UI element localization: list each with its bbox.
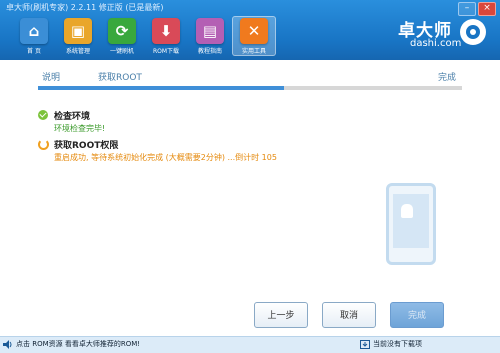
brand-name-en: dashi.com (410, 38, 462, 49)
success-check-icon (38, 110, 48, 120)
minimize-button[interactable]: – (458, 2, 476, 16)
cart-icon: ⬇ (152, 18, 180, 44)
refresh-icon: ⟳ (108, 18, 136, 44)
status-left[interactable]: 点击 ROM资源 看看卓大师推荐的ROM! (3, 339, 140, 349)
loading-spinner-icon (38, 139, 49, 150)
download-icon (360, 339, 370, 349)
toolbar-one-click-flash[interactable]: ⟳ 一键刷机 (100, 16, 144, 56)
toolbar-rom-download-label: ROM下载 (152, 48, 180, 55)
progress-bar (38, 86, 462, 90)
android-robot-icon (401, 204, 413, 218)
task-title: 检查环境 (54, 112, 91, 122)
brand-logo: 卓大师 dashi.com (398, 16, 486, 52)
download-status-text: 当前没有下载项 (373, 340, 422, 348)
task-status: 环境检查完毕! (54, 124, 106, 133)
window-title: 卓大师(刷机专家) 2.2.11 修正版 (已是最新) (6, 3, 164, 12)
toolbar-utilities-label: 实用工具 (241, 48, 266, 55)
toolbar-tutorials-label: 教程指南 (197, 48, 222, 55)
gift-box-icon: ▣ (64, 18, 92, 44)
toolbar-one-click-flash-label: 一键刷机 (109, 48, 134, 55)
home-icon: ⌂ (20, 18, 48, 44)
status-right[interactable]: 当前没有下载项 (360, 339, 422, 349)
status-bar: 点击 ROM资源 看看卓大师推荐的ROM! 当前没有下载项 (0, 336, 500, 353)
prev-button[interactable]: 上一步 (254, 302, 308, 328)
step-indicator: 说明 获取ROOT 完成 (42, 70, 462, 84)
task-status: 重启成功, 等待系统初始化完成 (大概需要2分钟) ...倒计时 105 (54, 153, 277, 162)
step-intro: 说明 (42, 73, 61, 83)
book-icon: ▤ (196, 18, 224, 44)
toolbar-utilities[interactable]: ✕ 实用工具 (232, 16, 276, 56)
toolbar-system-manage[interactable]: ▣ 系统管理 (56, 16, 100, 56)
brand-mark-icon (460, 19, 486, 45)
window-controls: – × (458, 2, 496, 16)
close-button[interactable]: × (478, 2, 496, 16)
speaker-icon (3, 339, 12, 349)
step-finish: 完成 (438, 73, 457, 83)
toolbar-rom-download[interactable]: ⬇ ROM下载 (144, 16, 188, 56)
title-bar: 卓大师(刷机专家) 2.2.11 修正版 (已是最新) – × ⌂ 首 页 ▣ … (0, 0, 500, 60)
phone-illustration-icon (386, 183, 436, 265)
step-get-root: 获取ROOT (98, 73, 142, 83)
toolbar-home-label: 首 页 (27, 48, 41, 55)
tools-icon: ✕ (240, 18, 268, 44)
rom-promo-text: 点击 ROM资源 看看卓大师推荐的ROM! (16, 340, 141, 348)
finish-button[interactable]: 完成 (390, 302, 444, 328)
toolbar-home[interactable]: ⌂ 首 页 (12, 16, 56, 56)
main-toolbar: ⌂ 首 页 ▣ 系统管理 ⟳ 一键刷机 ⬇ ROM下载 ▤ 教程指南 ✕ 实用工… (12, 16, 276, 56)
task-title: 获取ROOT权限 (54, 141, 119, 151)
toolbar-system-manage-label: 系统管理 (65, 48, 90, 55)
progress-fill (38, 86, 284, 90)
cancel-button[interactable]: 取消 (322, 302, 376, 328)
toolbar-tutorials[interactable]: ▤ 教程指南 (188, 16, 232, 56)
